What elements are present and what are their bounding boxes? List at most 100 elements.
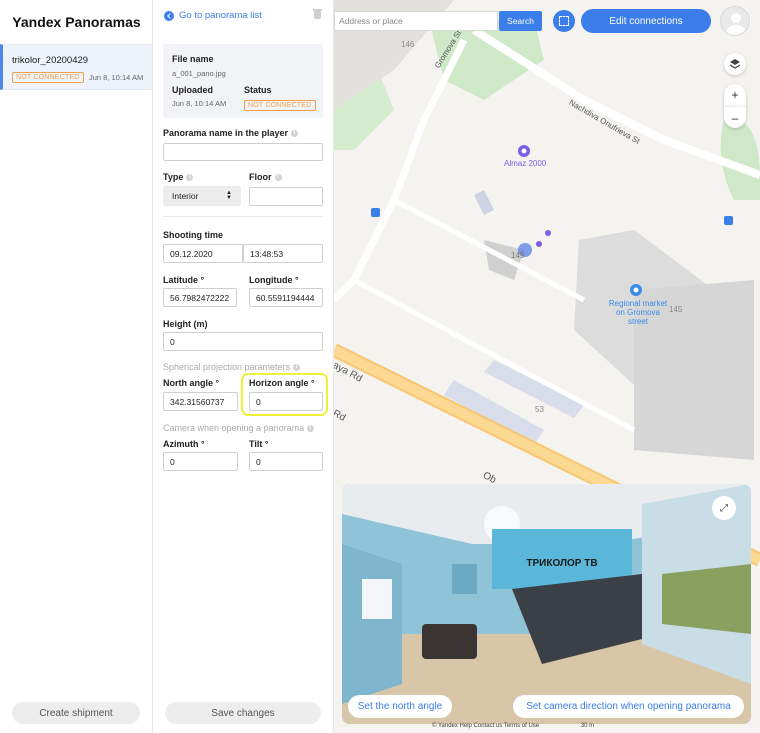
panorama-name-label-text: Panorama name in the player [163, 128, 289, 138]
pin-center [521, 148, 527, 154]
go-to-list-label: Go to panorama list [179, 10, 262, 21]
bus-stop-icon[interactable] [724, 216, 733, 225]
uploaded-value: Jun 8, 10:14 AM [172, 99, 227, 108]
azimuth-label-text: Azimuth ° [163, 439, 205, 449]
file-name-value: a_001_pano.jpg [172, 69, 226, 78]
info-icon[interactable]: i [307, 424, 315, 432]
divider [163, 216, 323, 217]
road [392, 197, 586, 303]
uploaded-label: Uploaded [172, 85, 214, 95]
app-title: Yandex Panoramas [12, 14, 141, 30]
layers-icon-glyph [729, 59, 741, 69]
type-select[interactable]: Interior ▲ ▼ [163, 186, 241, 206]
north-angle-label: North angle ° [163, 378, 219, 388]
type-label: Type i [163, 172, 194, 182]
sign-text: ТРИКОЛОР ТВ [526, 558, 597, 569]
spherical-projection-label-text: Spherical projection parameters [163, 362, 291, 372]
type-select-value: Interior [172, 191, 199, 201]
status-badge: NOT CONNECTED [244, 100, 316, 111]
panorama-form-panel: Go to panorama list File name a_001_pano… [153, 0, 334, 733]
panorama-name-label: Panorama name in the player i [163, 128, 299, 138]
longitude-label-text: Longitude ° [249, 275, 299, 285]
floor-label: Floor i [249, 172, 282, 182]
horizon-angle-label: Horizon angle ° [249, 378, 315, 388]
camera-opening-label: Camera when opening a panorama i [163, 423, 315, 433]
spherical-projection-label: Spherical projection parameters i [163, 362, 301, 372]
panorama-name-input[interactable] [163, 143, 323, 161]
house-number: 145 [669, 305, 683, 314]
shooting-date-input[interactable]: 09.12.2020 [163, 244, 243, 263]
info-icon[interactable]: i [274, 173, 282, 181]
north-angle-label-text: North angle ° [163, 378, 220, 388]
list-item-name: trikolor_20200429 [12, 55, 89, 66]
sofa [422, 624, 477, 659]
map-view[interactable]: Gromova St Nachdiva Onufrieva St aya Rd … [334, 0, 760, 733]
zoom-in-button[interactable]: + [724, 84, 746, 106]
azimuth-input[interactable]: 0 [163, 452, 238, 471]
poi-label[interactable]: Almaz 2000 [504, 159, 546, 168]
zoom-out-button[interactable]: – [724, 106, 746, 128]
avatar[interactable] [720, 6, 750, 36]
pin-center [633, 287, 639, 293]
chevron-left-icon [164, 10, 174, 21]
house-number: 149 [511, 251, 525, 260]
shooting-time-label: Shooting time [163, 230, 223, 240]
search-input[interactable]: Address or place [334, 11, 498, 31]
list-item[interactable]: trikolor_20200429 NOT CONNECTED Jun 8, 1… [0, 44, 152, 90]
type-label-text: Type [163, 172, 184, 182]
bus-stop-icon[interactable] [371, 208, 380, 217]
window [362, 579, 392, 619]
north-angle-input[interactable]: 342.31560737 [163, 392, 238, 411]
azimuth-label: Azimuth ° [163, 439, 205, 449]
building [474, 190, 494, 215]
search-button[interactable]: Search [499, 11, 542, 31]
shooting-time-label-text: Shooting time [163, 230, 223, 240]
attribution-text: © Yandex Help Contact us Terms of Use [432, 723, 540, 729]
height-input[interactable]: 0 [163, 332, 323, 351]
go-to-list-link[interactable]: Go to panorama list [164, 10, 262, 21]
tilt-label-text: Tilt ° [249, 439, 269, 449]
info-icon[interactable]: i [293, 363, 301, 371]
panorama-point[interactable] [536, 241, 542, 247]
poi-label[interactable]: Regional market on Gromova street [607, 299, 669, 326]
camera-opening-label-text: Camera when opening a panorama [163, 423, 305, 433]
panorama-image[interactable]: ТРИКОЛОР ТВ [342, 484, 751, 724]
map-attribution: © Yandex Help Contact us Terms of Use 30… [432, 723, 594, 729]
tilt-input[interactable]: 0 [249, 452, 323, 471]
edit-connections-button[interactable]: Edit connections [581, 9, 711, 33]
panorama-list-panel: Yandex Panoramas trikolor_20200429 NOT C… [0, 0, 153, 733]
horizon-angle-label-text: Horizon angle ° [249, 378, 315, 388]
layers-icon[interactable] [724, 53, 746, 75]
floor-input[interactable] [249, 187, 323, 206]
latitude-label-text: Latitude ° [163, 275, 205, 285]
latitude-input[interactable]: 56.7982472222 [163, 288, 237, 307]
file-info-card: File name a_001_pano.jpg Uploaded Jun 8,… [163, 44, 323, 118]
scan-area-button[interactable] [553, 10, 575, 32]
status-label: Status [244, 85, 272, 95]
set-camera-direction-button[interactable]: Set camera direction when opening panora… [513, 695, 744, 718]
save-changes-button[interactable]: Save changes [165, 702, 321, 724]
latitude-label: Latitude ° [163, 275, 204, 285]
picture [452, 564, 477, 594]
create-shipment-button[interactable]: Create shipment [12, 702, 140, 724]
trash-icon[interactable] [313, 9, 322, 19]
house-number: 146 [401, 40, 415, 49]
floor-label-text: Floor [249, 172, 272, 182]
info-icon[interactable]: i [291, 129, 299, 137]
map-scale: 30 m [580, 723, 595, 729]
longitude-label: Longitude ° [249, 275, 299, 285]
status-badge: NOT CONNECTED [12, 72, 84, 83]
set-north-angle-button[interactable]: Set the north angle [348, 695, 452, 718]
longitude-input[interactable]: 60.5591194444 [249, 288, 323, 307]
panorama-point[interactable] [545, 230, 551, 236]
height-label-text: Height (m) [163, 319, 208, 329]
house-number: 53 [535, 405, 544, 414]
select-arrows-icon: ▲ ▼ [226, 190, 232, 201]
expand-icon[interactable]: ⤢ [712, 496, 736, 520]
shooting-time-input[interactable]: 13:48:53 [243, 244, 323, 263]
panorama-viewer[interactable]: ТРИКОЛОР ТВ ⤢ Set the north angle Set ca… [342, 484, 751, 724]
horizon-angle-input[interactable]: 0 [249, 392, 323, 411]
file-name-label: File name [172, 54, 214, 64]
list-item-date: Jun 8, 10:14 AM [89, 73, 144, 82]
info-icon[interactable]: i [186, 173, 194, 181]
